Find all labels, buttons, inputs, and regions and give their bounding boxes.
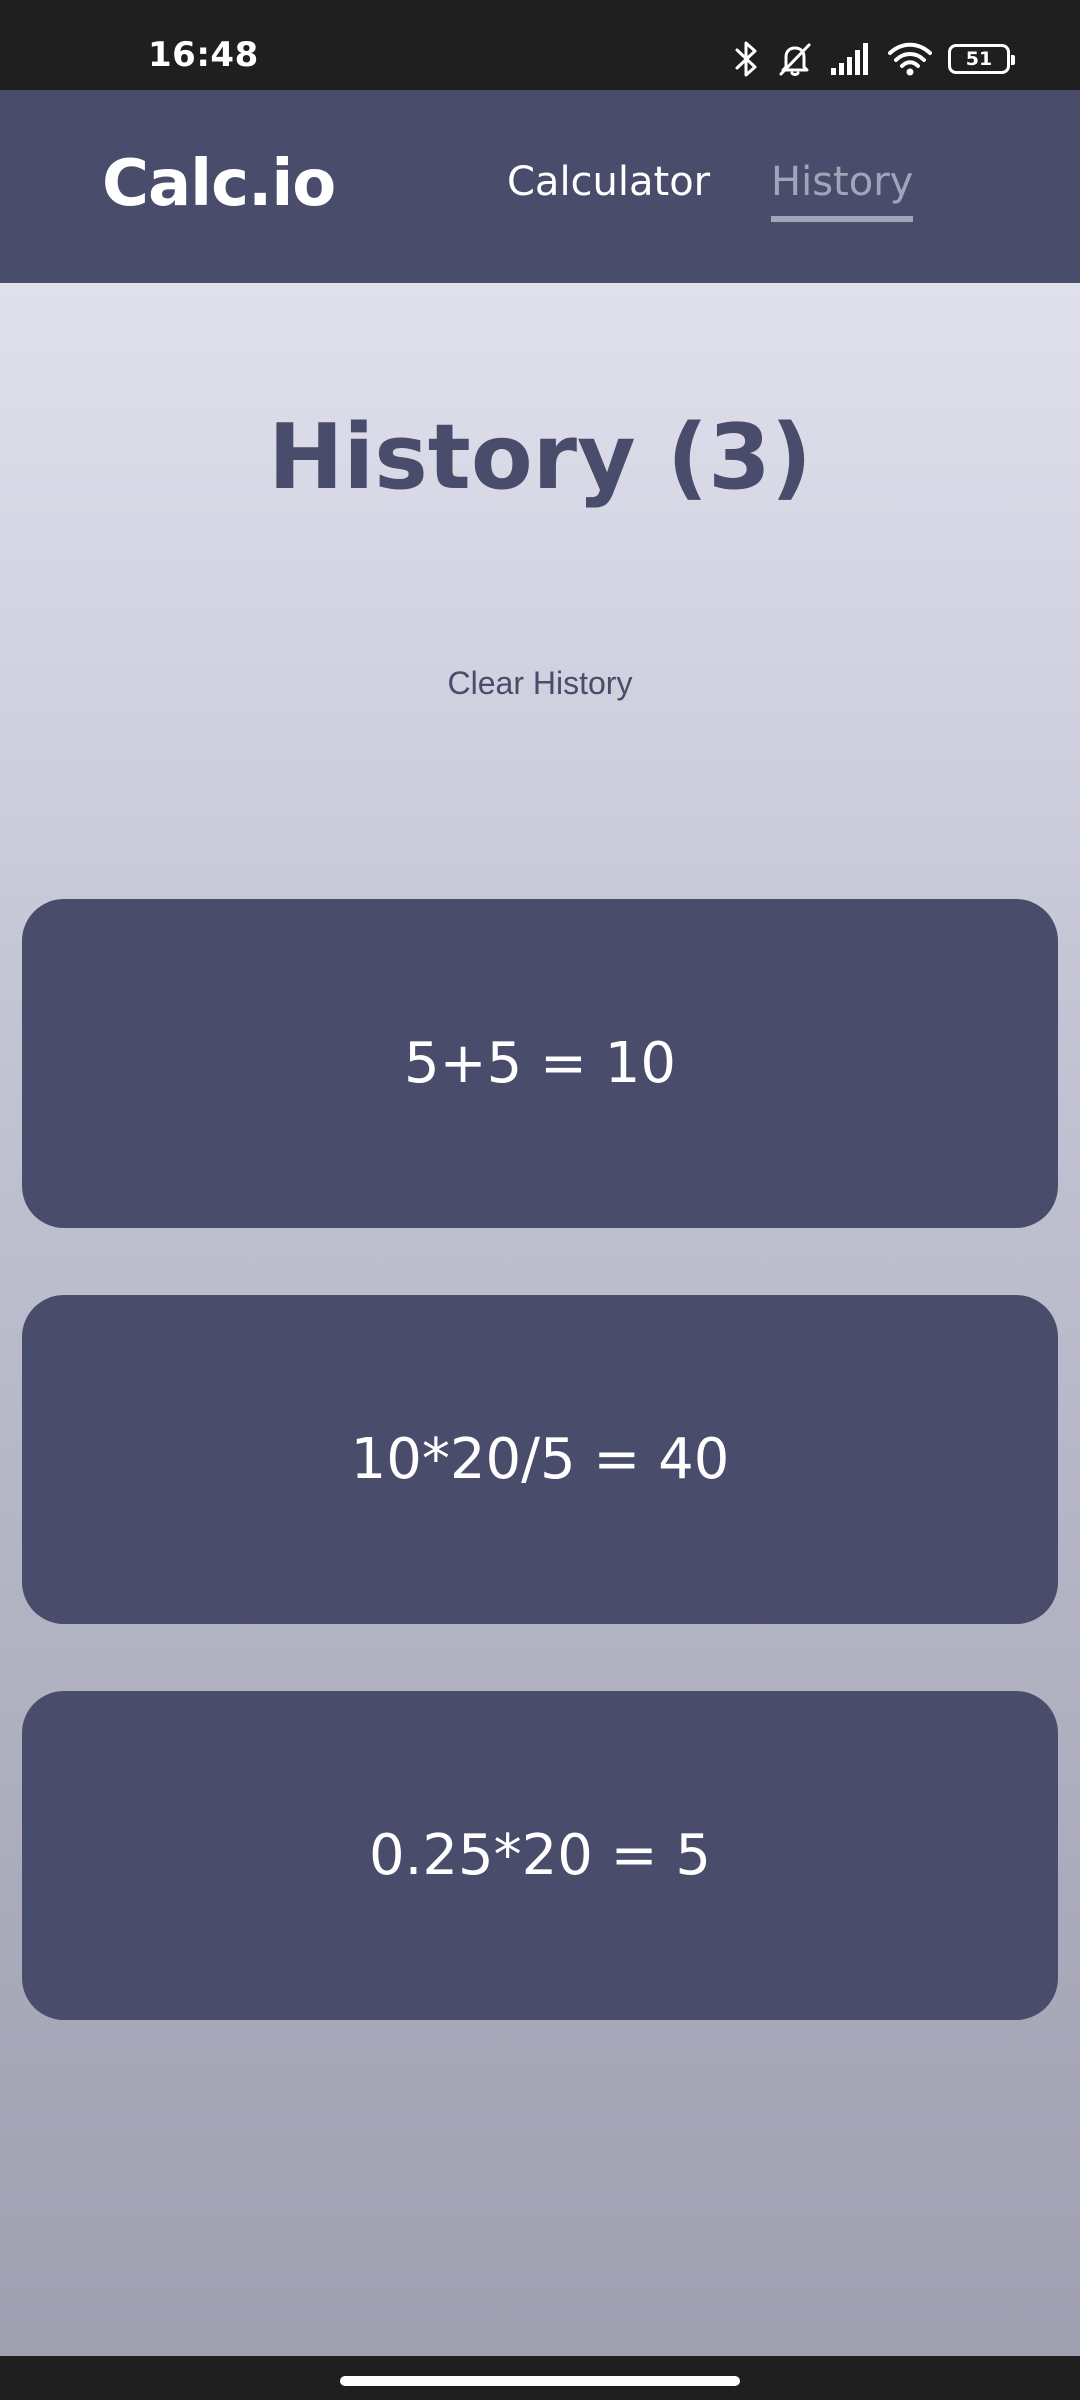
battery-icon: 51: [948, 44, 1015, 74]
status-icons: 51: [734, 38, 1015, 80]
brand-logo[interactable]: Calc.io: [102, 152, 336, 216]
clear-history-button[interactable]: Clear History: [390, 653, 690, 713]
status-bar: 16:48 51: [0, 0, 1080, 90]
history-expression: 10*20/5 = 40: [350, 1426, 730, 1492]
gesture-bar: [0, 2356, 1080, 2400]
history-item[interactable]: 10*20/5 = 40: [22, 1295, 1058, 1624]
status-time: 16:48: [148, 35, 259, 75]
page-title: History (3): [268, 405, 812, 510]
history-expression: 0.25*20 = 5: [368, 1822, 712, 1888]
nav-history-link[interactable]: History: [771, 162, 914, 222]
history-expression: 5+5 = 10: [404, 1030, 676, 1096]
history-page: History (3) Clear History 5+5 = 10 10*20…: [0, 283, 1080, 2356]
history-list: 5+5 = 10 10*20/5 = 40 0.25*20 = 5: [22, 899, 1058, 2020]
bluetooth-icon: [734, 40, 760, 78]
battery-level: 51: [965, 47, 993, 70]
bell-off-icon: [776, 40, 814, 78]
wifi-icon: [888, 41, 932, 77]
nav-calculator-link[interactable]: Calculator: [507, 162, 710, 216]
history-item[interactable]: 0.25*20 = 5: [22, 1691, 1058, 2020]
signal-icon: [830, 42, 872, 76]
app-header: Calc.io Calculator History: [0, 90, 1080, 283]
home-gesture-handle[interactable]: [340, 2376, 740, 2386]
history-item[interactable]: 5+5 = 10: [22, 899, 1058, 1228]
